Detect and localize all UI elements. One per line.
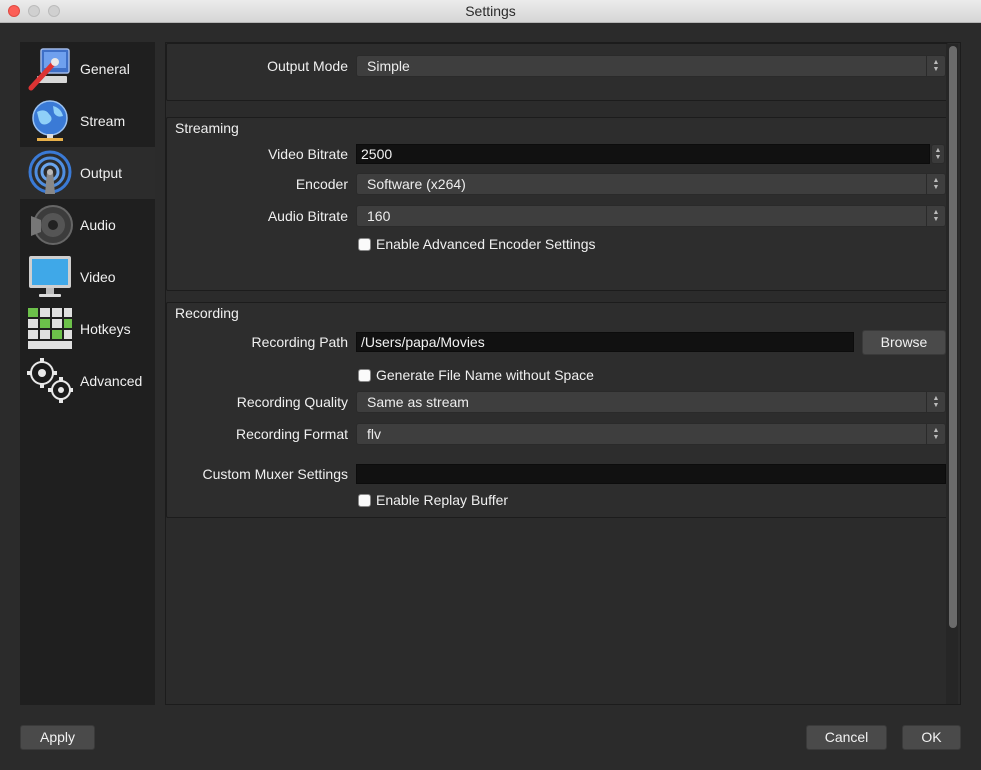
zoom-window-button[interactable] [48,5,60,17]
recording-path-label: Recording Path [251,334,348,350]
checkbox-box[interactable] [358,493,371,507]
sidebar-item-hotkeys[interactable]: Hotkeys [20,303,155,355]
custom-muxer-input[interactable] [356,464,946,484]
apply-button[interactable]: Apply [20,725,95,750]
video-bitrate-stepper[interactable]: ▲ ▼ [931,144,945,164]
output-mode-label: Output Mode [267,58,348,74]
encoder-label: Encoder [295,176,348,192]
filename-without-space-checkbox[interactable]: Generate File Name without Space [358,367,594,383]
updown-chevron-icon: ▲ ▼ [926,174,945,194]
cancel-button[interactable]: Cancel [806,725,887,750]
recording-quality-select[interactable]: Same as stream ▲ ▼ [356,391,946,413]
sidebar-item-label: Advanced [80,373,143,389]
close-window-button[interactable] [8,5,20,17]
sidebar-item-video[interactable]: Video [20,251,155,303]
audio-bitrate-value: 160 [367,208,391,224]
checkbox-box[interactable] [358,368,371,382]
audio-bitrate-label: Audio Bitrate [267,208,348,224]
recording-format-label: Recording Format [235,426,348,442]
sidebar-item-label: Hotkeys [80,321,131,337]
audio-speaker-icon [25,201,75,249]
custom-muxer-label: Custom Muxer Settings [202,466,349,482]
recording-quality-label: Recording Quality [236,394,348,410]
advanced-encoder-settings-checkbox[interactable]: Enable Advanced Encoder Settings [358,236,596,252]
ok-button[interactable]: OK [902,725,961,750]
output-broadcast-icon [25,149,75,197]
updown-chevron-icon: ▲ ▼ [926,206,945,226]
browse-button[interactable]: Browse [862,330,946,355]
minimize-window-button[interactable] [28,5,40,17]
sidebar-item-stream[interactable]: Stream [20,95,155,147]
window-title: Settings [465,3,516,19]
advanced-encoder-settings-label: Enable Advanced Encoder Settings [376,236,596,252]
advanced-gears-icon [25,357,75,405]
sidebar-item-label: Audio [80,217,116,233]
sidebar-item-label: General [80,61,130,77]
audio-bitrate-select[interactable]: 160 ▲ ▼ [356,205,946,227]
replay-buffer-checkbox[interactable]: Enable Replay Buffer [358,492,508,508]
sidebar-item-label: Stream [80,113,126,129]
filename-without-space-label: Generate File Name without Space [376,367,594,383]
recording-format-value: flv [367,426,381,442]
updown-chevron-icon: ▲ ▼ [926,424,945,444]
encoder-value: Software (x264) [367,176,466,192]
settings-sidebar: General Stream Output Audio Video Hotkey… [20,42,155,705]
scrollbar-thumb[interactable] [949,46,957,628]
encoder-select[interactable]: Software (x264) ▲ ▼ [356,173,946,195]
updown-chevron-icon: ▲ ▼ [926,56,945,76]
replay-buffer-label: Enable Replay Buffer [376,492,509,508]
recording-group-title: Recording [175,305,239,321]
general-icon [25,45,75,93]
streaming-group-title: Streaming [175,120,239,136]
sidebar-item-label: Output [80,165,123,181]
title-bar: Settings [0,0,981,23]
output-mode-select[interactable]: Simple ▲ ▼ [356,55,946,77]
sidebar-item-advanced[interactable]: Advanced [20,355,155,407]
recording-path-input[interactable]: /Users/papa/Movies [356,332,854,352]
updown-chevron-icon: ▲ ▼ [926,392,945,412]
sidebar-item-audio[interactable]: Audio [20,199,155,251]
stream-globe-icon [25,97,75,145]
checkbox-box[interactable] [358,237,371,251]
recording-quality-value: Same as stream [367,394,469,410]
hotkeys-keyboard-icon [25,305,75,353]
sidebar-item-general[interactable]: General [20,43,155,95]
recording-format-select[interactable]: flv ▲ ▼ [356,423,946,445]
output-mode-value: Simple [367,58,410,74]
video-bitrate-label: Video Bitrate [268,146,348,162]
video-monitor-icon [25,253,75,301]
sidebar-item-output[interactable]: Output [20,147,155,199]
sidebar-item-label: Video [80,269,116,285]
video-bitrate-input[interactable]: 2500 [356,144,930,164]
